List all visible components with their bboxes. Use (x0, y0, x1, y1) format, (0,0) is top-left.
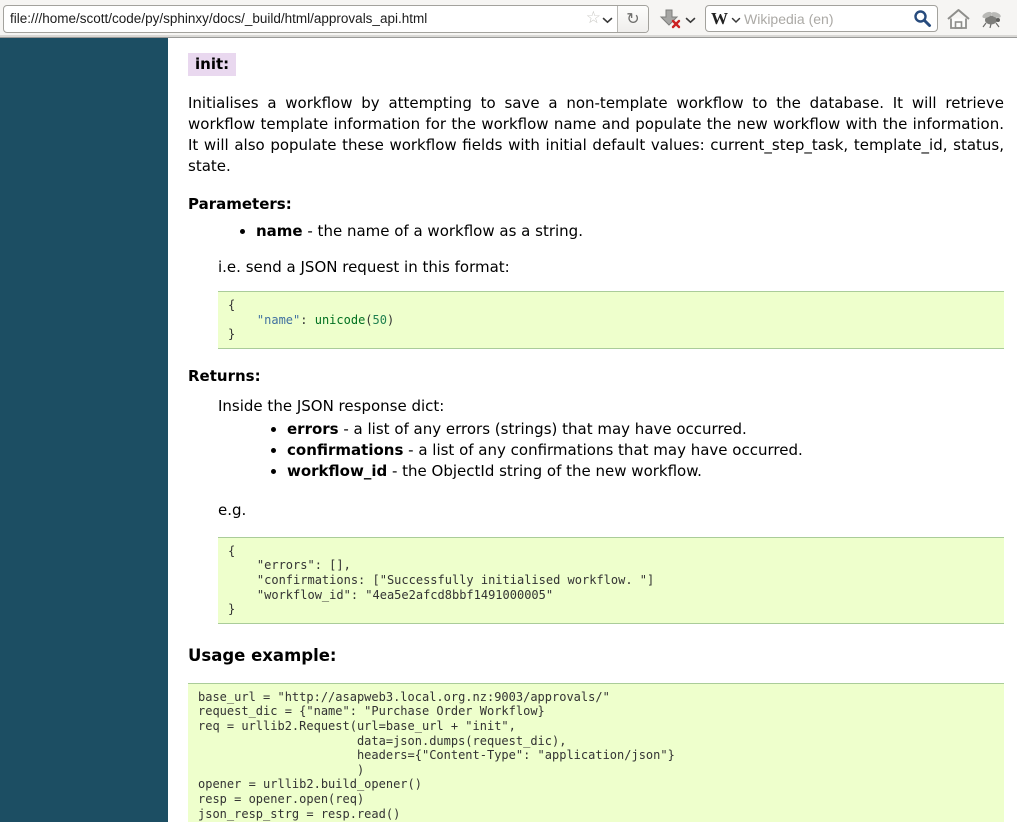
url-bar[interactable]: ☆ ↻ (3, 5, 649, 33)
code-token: "name" (257, 313, 300, 327)
parameter-term: name (256, 222, 303, 240)
returns-intro: Inside the JSON response dict: (218, 397, 1004, 415)
addon-fly-icon[interactable] (980, 9, 1004, 29)
parameter-item: name - the name of a workflow as a strin… (256, 221, 1004, 242)
returns-item: confirmations - a list of any confirmati… (287, 440, 1004, 461)
returns-item-term: workflow_id (287, 462, 387, 480)
browser-toolbar: ☆ ↻ W (0, 0, 1017, 38)
search-bar[interactable]: W (705, 5, 938, 32)
code-token: ( (365, 313, 372, 327)
search-input[interactable] (744, 11, 910, 27)
returns-item: errors - a list of any errors (strings) … (287, 419, 1004, 440)
code-block-json-request: { "name": unicode(50) } (218, 291, 1004, 349)
download-icon[interactable] (658, 8, 682, 30)
json-format-lead: i.e. send a JSON request in this format: (218, 258, 1004, 276)
code-token: : (300, 313, 314, 327)
eg-lead: e.g. (218, 501, 1004, 519)
returns-item-term: confirmations (287, 441, 403, 459)
search-engine-chevron-icon[interactable] (731, 9, 741, 28)
document-content: init: Initialises a workflow by attempti… (168, 38, 1017, 822)
bookmark-star-icon[interactable]: ☆ (585, 10, 602, 27)
url-input[interactable] (4, 11, 585, 26)
usage-example-heading: Usage example: (188, 646, 1004, 665)
parameters-list: name - the name of a workflow as a strin… (188, 221, 1004, 242)
returns-item-term: errors (287, 420, 339, 438)
home-button[interactable] (945, 7, 972, 31)
parameters-heading: Parameters: (188, 195, 1004, 213)
download-chevron-icon[interactable] (685, 9, 696, 28)
code-token: unicode (315, 313, 366, 327)
returns-item: workflow_id - the ObjectId string of the… (287, 461, 1004, 482)
search-icon[interactable] (913, 9, 932, 28)
code-token: 50 (373, 313, 387, 327)
code-block-usage-example: base_url = "http://asapweb3.local.org.nz… (188, 683, 1004, 822)
init-label: init: (188, 53, 236, 76)
code-token: { (228, 298, 257, 327)
intro-paragraph: Initialises a workflow by attempting to … (188, 93, 1004, 177)
url-history-chevron-icon[interactable] (602, 9, 613, 28)
reload-button[interactable]: ↻ (618, 6, 648, 32)
parameter-desc: - the name of a workflow as a string. (303, 222, 583, 240)
page-body: init: Initialises a workflow by attempti… (0, 38, 1017, 822)
code-block-json-response: { "errors": [], "confirmations: ["Succes… (218, 537, 1004, 624)
download-control (656, 8, 698, 30)
returns-list: errors - a list of any errors (strings) … (188, 419, 1004, 482)
browser-window: ☆ ↻ W (0, 0, 1017, 822)
returns-heading: Returns: (188, 367, 1004, 385)
search-engine-icon[interactable]: W (711, 10, 728, 27)
sidebar (0, 38, 168, 822)
